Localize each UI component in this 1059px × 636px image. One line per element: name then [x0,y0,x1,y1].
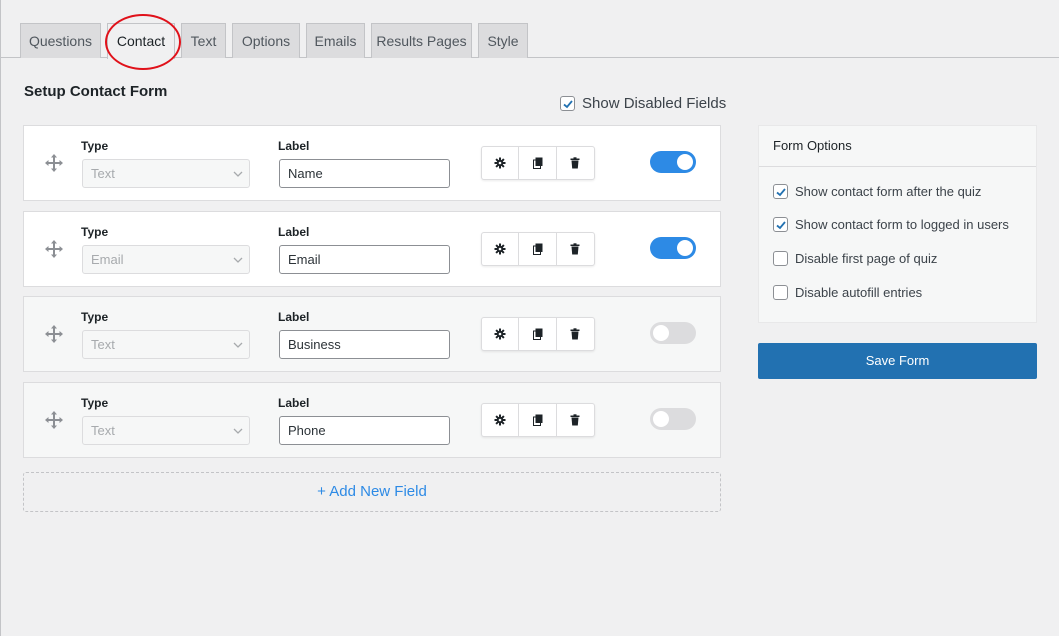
field-actions [481,317,595,351]
duplicate-button[interactable] [519,233,557,265]
field-actions [481,403,595,437]
form-options-title: Form Options [759,126,1036,167]
duplicate-icon [532,157,543,169]
contact-field-row: Type Label Email Email [23,211,721,287]
duplicate-icon [532,328,543,340]
form-option-item[interactable]: Disable autofill entries [773,285,922,300]
type-heading: Type [81,310,109,324]
settings-button[interactable] [482,147,520,179]
toggle-knob [677,240,693,256]
settings-button[interactable] [482,233,520,265]
type-heading: Type [81,396,109,410]
gear-icon [494,243,506,255]
toggle-knob [677,154,693,170]
check-icon [775,187,786,196]
add-new-field-button[interactable]: + Add New Field [23,472,721,512]
tab-emails[interactable]: Emails [306,23,365,58]
chevron-down-icon [233,171,243,177]
contact-field-row: Type Label Text Business [23,296,721,372]
type-heading: Type [81,225,109,239]
move-icon[interactable] [44,153,64,173]
form-option-label: Show contact form after the quiz [795,184,982,199]
field-actions [481,232,595,266]
form-option-item[interactable]: Disable first page of quiz [773,251,937,266]
form-option-label: Disable autofill entries [795,285,923,300]
chevron-down-icon [233,257,243,263]
gear-icon [494,328,506,340]
form-options-panel: Form Options Show contact form after the… [758,125,1037,323]
duplicate-button[interactable] [519,404,557,436]
field-label-input[interactable]: Name [279,159,450,188]
settings-button[interactable] [482,318,520,350]
page-title: Setup Contact Form [24,83,168,100]
duplicate-button[interactable] [519,147,557,179]
checkbox-checked[interactable] [773,217,788,232]
field-enabled-toggle[interactable] [650,151,696,173]
field-enabled-toggle[interactable] [650,322,696,344]
field-actions [481,146,595,180]
tab-questions[interactable]: Questions [20,23,101,58]
form-option-label: Disable first page of quiz [795,251,938,266]
field-type-value: Text [91,166,115,181]
form-option-item[interactable]: Show contact form to logged in users [773,217,1009,232]
field-type-value: Text [91,337,115,352]
delete-button[interactable] [557,233,594,265]
toggle-knob [653,411,669,427]
field-type-select[interactable]: Text [82,330,250,359]
tab-text[interactable]: Text [181,23,226,58]
save-form-button[interactable]: Save Form [758,343,1037,379]
delete-button[interactable] [557,404,594,436]
field-enabled-toggle[interactable] [650,408,696,430]
check-icon [562,99,573,108]
delete-button[interactable] [557,147,594,179]
tab-options[interactable]: Options [232,23,300,58]
gear-icon [494,414,506,426]
move-icon[interactable] [44,410,64,430]
checkbox-checked[interactable] [773,184,788,199]
duplicate-button[interactable] [519,318,557,350]
field-type-value: Email [91,252,124,267]
label-heading: Label [278,225,310,239]
checkbox-unchecked[interactable] [773,285,788,300]
contact-field-row: Type Label Text Phone [23,382,721,458]
label-heading: Label [278,310,310,324]
contact-field-row: Type Label Text Name [23,125,721,201]
checkbox-unchecked[interactable] [773,251,788,266]
field-label-input[interactable]: Email [279,245,450,274]
trash-icon [570,328,580,340]
tab-style[interactable]: Style [478,23,528,58]
duplicate-icon [532,243,543,255]
field-type-select[interactable]: Text [82,416,250,445]
label-heading: Label [278,396,310,410]
form-option-item[interactable]: Show contact form after the quiz [773,184,981,199]
trash-icon [570,414,580,426]
show-disabled-fields-toggle[interactable]: Show Disabled Fields [560,95,726,112]
field-label-input[interactable]: Phone [279,416,450,445]
field-label-input[interactable]: Business [279,330,450,359]
type-heading: Type [81,139,109,153]
gear-icon [494,157,506,169]
annotation-circle [105,14,181,70]
trash-icon [570,157,580,169]
form-option-label: Show contact form to logged in users [795,217,1009,232]
duplicate-icon [532,414,543,426]
show-disabled-fields-label: Show Disabled Fields [582,95,727,112]
field-enabled-toggle[interactable] [650,237,696,259]
check-icon [775,220,786,229]
chevron-down-icon [233,342,243,348]
field-type-value: Text [91,423,115,438]
toggle-knob [653,325,669,341]
chevron-down-icon [233,428,243,434]
checkbox-checked[interactable] [560,96,575,111]
move-icon[interactable] [44,324,64,344]
settings-button[interactable] [482,404,520,436]
field-type-select[interactable]: Text [82,159,250,188]
trash-icon [570,243,580,255]
tab-results-pages[interactable]: Results Pages [371,23,472,58]
move-icon[interactable] [44,239,64,259]
field-type-select[interactable]: Email [82,245,250,274]
label-heading: Label [278,139,310,153]
delete-button[interactable] [557,318,594,350]
